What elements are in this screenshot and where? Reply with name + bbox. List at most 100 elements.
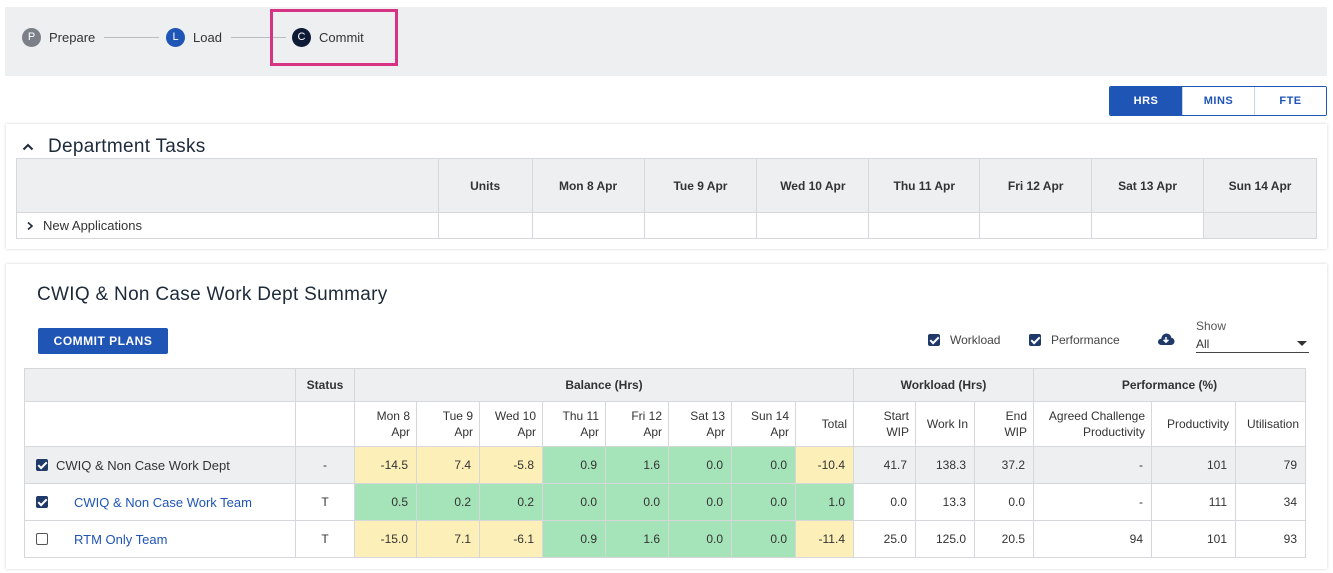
show-select[interactable]: All (1196, 335, 1309, 353)
workload-cell: 37.2 (974, 446, 1034, 484)
group-header-performance: Performance (%) (1033, 368, 1306, 402)
row-label: New Applications (43, 218, 142, 233)
sub-header-empty (295, 401, 355, 447)
balance-cell: 1.6 (605, 520, 669, 558)
table-header-row: Units Mon 8 Apr Tue 9 Apr Wed 10 Apr Thu… (16, 158, 1317, 213)
performance-cell: - (1033, 483, 1152, 521)
show-select-value: All (1196, 336, 1210, 351)
workload-cell: 13.3 (915, 483, 975, 521)
group-header-workload: Workload (Hrs) (853, 368, 1034, 402)
performance-cell: 93 (1235, 520, 1306, 558)
column-header: Fri 12 Apr (979, 158, 1093, 213)
group-header-row: Status Balance (Hrs) Workload (Hrs) Perf… (24, 368, 1306, 402)
balance-cell: 0.0 (731, 520, 796, 558)
column-header (16, 158, 439, 213)
group-header-balance: Balance (Hrs) (354, 368, 854, 402)
column-header: Sun 14 Apr (1203, 158, 1317, 213)
table-row[interactable]: New Applications (16, 212, 1317, 239)
balance-cell: 0.0 (668, 446, 732, 484)
table-cell (756, 212, 870, 239)
dept-summary-card: CWIQ & Non Case Work Dept Summary COMMIT… (6, 264, 1327, 569)
commit-step-highlight (270, 9, 398, 66)
toggle-hrs[interactable]: HRS (1110, 87, 1182, 115)
department-tasks-title: Department Tasks (48, 136, 206, 157)
performance-cell: 94 (1033, 520, 1152, 558)
toggle-mins[interactable]: MINS (1182, 87, 1254, 115)
row-name-link[interactable]: CWIQ & Non Case Work Team (74, 495, 252, 510)
department-tasks-table: Units Mon 8 Apr Tue 9 Apr Wed 10 Apr Thu… (16, 158, 1317, 239)
show-label: Show (1196, 319, 1227, 333)
performance-checkbox[interactable] (1029, 334, 1041, 346)
table-cell (437, 212, 533, 239)
table-row-team[interactable]: RTM Only Team T -15.0 7.1 -6.1 0.9 1.6 0… (24, 520, 1306, 558)
department-tasks-card: Department Tasks Units Mon 8 Apr Tue 9 A… (6, 124, 1327, 249)
performance-option[interactable]: Performance (1029, 333, 1120, 347)
sub-header-start-wip: Start WIP (853, 401, 916, 447)
chevron-up-icon[interactable] (22, 141, 34, 153)
table-row-team[interactable]: CWIQ & Non Case Work Team T 0.5 0.2 0.2 … (24, 483, 1306, 521)
row-name-cell: RTM Only Team (24, 520, 296, 558)
table-row-dept[interactable]: CWIQ & Non Case Work Dept - -14.5 7.4 -5… (24, 446, 1306, 484)
row-checkbox[interactable] (36, 459, 48, 471)
row-label-cell[interactable]: New Applications (16, 212, 439, 239)
workload-cell: 125.0 (915, 520, 975, 558)
sub-header-productivity: Productivity (1151, 401, 1236, 447)
sub-header-sun: Sun 14 Apr (731, 401, 796, 447)
balance-cell: 0.0 (731, 483, 796, 521)
row-name: CWIQ & Non Case Work Dept (56, 457, 230, 473)
progress-stepper: P Prepare L Load C Commit (5, 7, 1327, 76)
balance-cell: 0.9 (542, 446, 606, 484)
table-cell (643, 212, 758, 239)
chevron-right-icon[interactable] (26, 221, 34, 231)
row-checkbox[interactable] (36, 496, 48, 508)
toggle-fte[interactable]: FTE (1254, 87, 1326, 115)
workload-cell: 0.0 (853, 483, 916, 521)
group-header-status: Status (295, 368, 355, 402)
sub-header-end-wip: End WIP (974, 401, 1034, 447)
balance-cell: 1.6 (605, 446, 669, 484)
table-cell (531, 212, 645, 239)
workload-checkbox[interactable] (928, 334, 940, 346)
table-cell (1091, 212, 1205, 239)
table-cell (1203, 212, 1317, 239)
step-load-badge: L (166, 27, 185, 47)
performance-cell: 111 (1151, 483, 1236, 521)
department-tasks-header[interactable]: Department Tasks (22, 136, 206, 158)
sub-header-wed: Wed 10 Apr (479, 401, 543, 447)
sub-header-fri: Fri 12 Apr (605, 401, 669, 447)
balance-cell: -6.1 (479, 520, 543, 558)
sub-header-tue: Tue 9 Apr (416, 401, 480, 447)
sub-header-mon: Mon 8 Apr (354, 401, 417, 447)
summary-title: CWIQ & Non Case Work Dept Summary (37, 284, 388, 305)
caret-down-icon (1297, 341, 1307, 346)
column-header: Mon 8 Apr (531, 158, 645, 213)
balance-cell: 0.0 (668, 483, 732, 521)
balance-cell: 0.5 (354, 483, 417, 521)
row-checkbox[interactable] (36, 533, 48, 545)
balance-cell: 0.2 (479, 483, 543, 521)
step-prepare[interactable]: P Prepare (22, 27, 95, 47)
balance-cell: -14.5 (354, 446, 417, 484)
commit-plans-button[interactable]: COMMIT PLANS (38, 328, 168, 354)
step-load-label: Load (193, 29, 222, 45)
row-name-link[interactable]: RTM Only Team (74, 532, 167, 547)
balance-cell: 0.2 (416, 483, 480, 521)
summary-table: Status Balance (Hrs) Workload (Hrs) Perf… (24, 368, 1306, 558)
balance-cell: 7.4 (416, 446, 480, 484)
column-header: Units (437, 158, 533, 213)
workload-cell: 41.7 (853, 446, 916, 484)
group-header-empty (24, 368, 296, 402)
cloud-download-icon[interactable] (1157, 332, 1175, 346)
sub-header-sat: Sat 13 Apr (668, 401, 732, 447)
balance-cell: 0.0 (605, 483, 669, 521)
table-cell (868, 212, 981, 239)
step-prepare-badge: P (22, 27, 41, 47)
workload-option[interactable]: Workload (928, 333, 1000, 347)
step-prepare-label: Prepare (49, 29, 96, 45)
column-header: Tue 9 Apr (643, 158, 758, 213)
step-load[interactable]: L Load (166, 27, 222, 47)
status-cell: - (295, 446, 355, 484)
balance-cell: -15.0 (354, 520, 417, 558)
row-name-cell: CWIQ & Non Case Work Team (24, 483, 296, 521)
balance-cell: 0.9 (542, 520, 606, 558)
